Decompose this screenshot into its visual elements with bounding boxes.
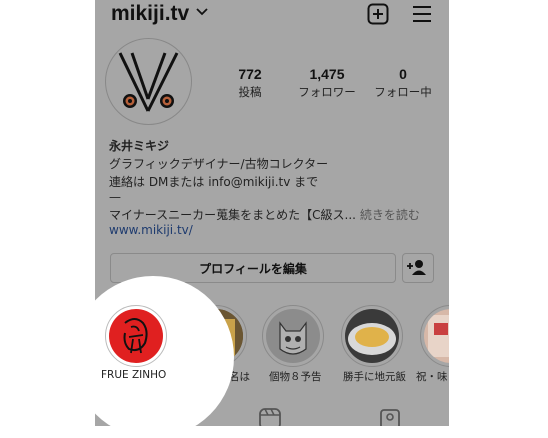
- bio-line-4-text: マイナースニーカー蒐集をまとめた【C級ス...: [109, 208, 356, 222]
- username-title[interactable]: mikiji.tv: [111, 2, 189, 26]
- posts-label: 投稿: [238, 85, 262, 99]
- avatar-logo-icon: [118, 52, 179, 112]
- highlight-label: 個物８予告: [269, 371, 322, 383]
- highlight-cover: [266, 309, 320, 363]
- bio-line-2: 連絡は DMまたは info@mikiji.tv まで: [109, 175, 319, 189]
- highlight-jimoto-meshi[interactable]: [341, 305, 403, 367]
- add-person-icon: [407, 260, 426, 275]
- food-plate-icon: [348, 323, 396, 355]
- bio-line-1: グラフィックデザイナー/古物コレクター: [109, 157, 329, 171]
- highlight-cover: [109, 309, 163, 363]
- followers-label: フォロワー: [298, 85, 356, 99]
- new-post-icon[interactable]: [367, 3, 389, 25]
- poster-icon: [428, 315, 449, 357]
- highlight-label: 祝・味: [416, 371, 448, 383]
- instagram-profile-screen: mikiji.tv 772 投稿 1,475 フォロワー 0 フォロー中 永井ミ…: [95, 0, 449, 426]
- followers-stat[interactable]: 1,475 フォロワー: [292, 66, 362, 100]
- highlight-cover: [424, 309, 449, 363]
- profile-avatar[interactable]: [105, 38, 192, 125]
- figure-drawing-icon: [123, 318, 148, 354]
- highlight-iwai-aji[interactable]: [420, 305, 449, 367]
- profile-name: 永井ミキジ: [109, 139, 170, 153]
- highlight-label: 勝手に地元飯: [343, 371, 406, 383]
- read-more-link[interactable]: 続きを読む: [360, 208, 420, 222]
- followers-count: 1,475: [309, 66, 345, 82]
- posts-stat[interactable]: 772 投稿: [225, 66, 275, 100]
- posts-count: 772: [238, 66, 262, 82]
- bio-line-3: —: [109, 190, 121, 204]
- discover-people-button[interactable]: [402, 253, 434, 283]
- bio-line-4: マイナースニーカー蒐集をまとめた【C級ス... 続きを読む: [109, 206, 420, 223]
- following-count: 0: [399, 66, 407, 82]
- following-stat[interactable]: 0 フォロー中: [370, 66, 436, 100]
- chevron-down-icon[interactable]: [195, 4, 209, 18]
- highlight-kobutsu[interactable]: [262, 305, 324, 367]
- tagged-icon[interactable]: [379, 408, 401, 426]
- highlight-label: FRUE ZINHO: [101, 369, 167, 381]
- hamburger-menu-icon[interactable]: [412, 4, 432, 24]
- website-link[interactable]: www.mikiji.tv/: [109, 223, 193, 237]
- highlight-cover: [345, 309, 399, 363]
- highlight-frue-zinho[interactable]: [105, 305, 167, 367]
- cat-figure-icon: [279, 321, 307, 355]
- reels-icon[interactable]: [259, 408, 281, 426]
- following-label: フォロー中: [374, 85, 432, 99]
